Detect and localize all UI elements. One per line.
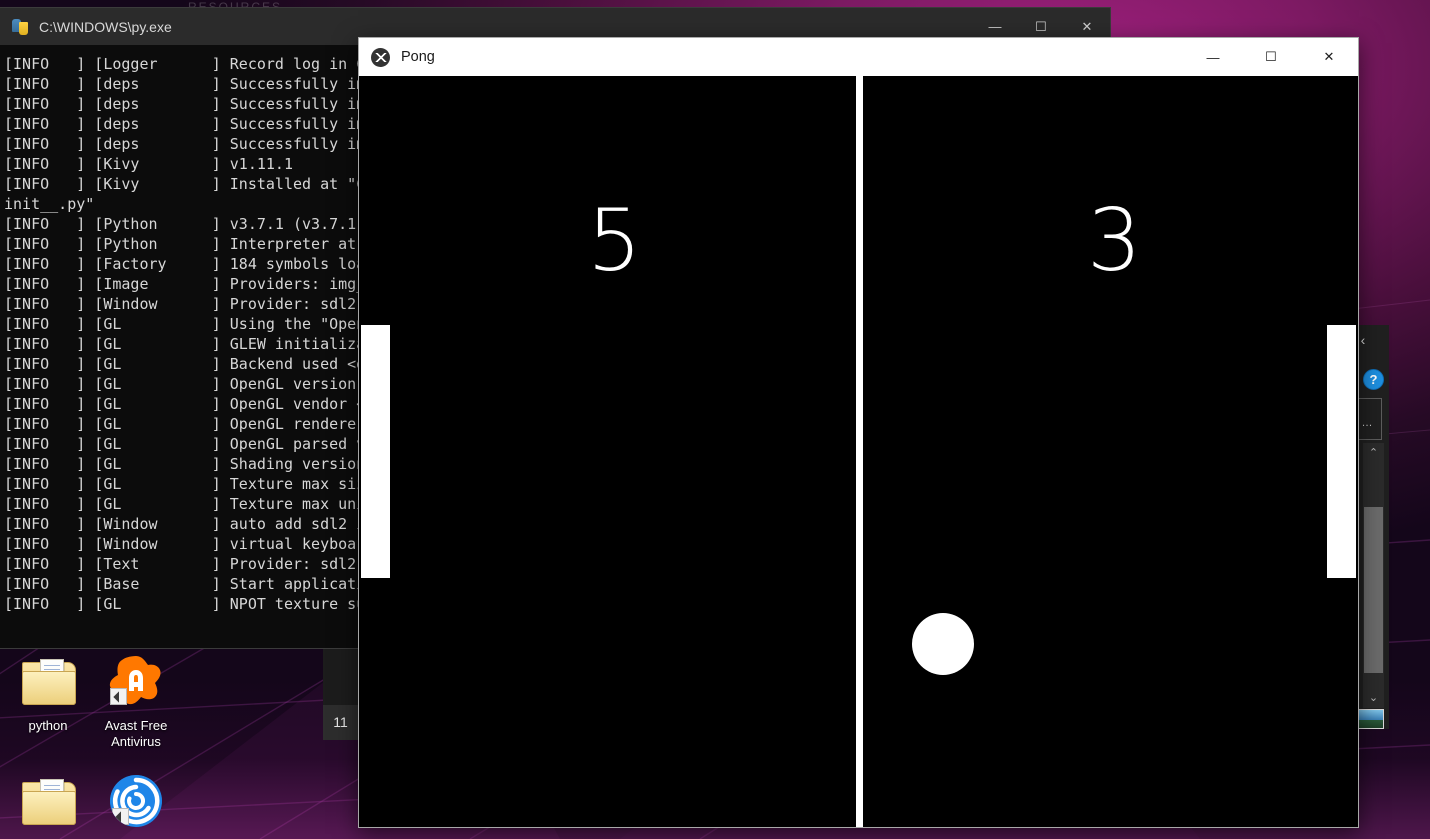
screen: RESOURCES python Avast Free Antivirus 11…	[0, 0, 1430, 839]
desktop-icon-python[interactable]: python	[0, 655, 96, 734]
paddle-player-2[interactable]	[1327, 325, 1356, 578]
desktop-icon-uplay[interactable]	[88, 775, 184, 838]
pong-close-button[interactable]: ✕	[1300, 38, 1358, 76]
avast-icon	[88, 655, 184, 713]
uplay-icon	[88, 775, 184, 833]
desktop-icon-avast[interactable]: Avast Free Antivirus	[88, 655, 184, 750]
center-divider	[856, 76, 863, 827]
desktop-icon-label: python	[28, 718, 68, 733]
paddle-player-1[interactable]	[361, 325, 390, 578]
python-icon	[11, 18, 29, 36]
pong-game-field[interactable]: 5 3	[359, 76, 1358, 827]
pong-maximize-button[interactable]: ☐	[1242, 38, 1300, 76]
taskbar-count: 11	[323, 705, 358, 740]
shortcut-arrow-icon	[112, 808, 129, 825]
desktop-icon-folder2[interactable]	[0, 775, 96, 838]
scrollbar-thumb[interactable]	[1364, 507, 1383, 673]
shortcut-arrow-icon	[110, 688, 127, 705]
score-player-1: 5	[587, 191, 642, 291]
pong-window[interactable]: Pong — ☐ ✕ 5 3	[358, 37, 1359, 828]
pong-ball	[912, 613, 974, 675]
console-title-text: C:\WINDOWS\py.exe	[39, 18, 172, 35]
pong-window-controls: — ☐ ✕	[1184, 38, 1358, 76]
image-thumbnail[interactable]	[1356, 709, 1384, 729]
scroll-down-button[interactable]: ⌄	[1363, 688, 1384, 708]
pong-title-text: Pong	[401, 49, 435, 65]
help-icon[interactable]: ?	[1363, 369, 1384, 390]
pong-title-bar[interactable]: Pong — ☐ ✕	[359, 38, 1358, 77]
desktop-icon-label: Avast Free Antivirus	[104, 718, 168, 749]
score-player-2: 3	[1087, 191, 1142, 291]
scroll-up-button[interactable]: ⌃	[1363, 443, 1384, 463]
folder-icon	[0, 655, 96, 713]
kivy-icon	[371, 47, 390, 67]
pong-minimize-button[interactable]: —	[1184, 38, 1242, 76]
taskbar-remnant: 11	[323, 648, 358, 740]
folder-icon	[0, 775, 96, 833]
